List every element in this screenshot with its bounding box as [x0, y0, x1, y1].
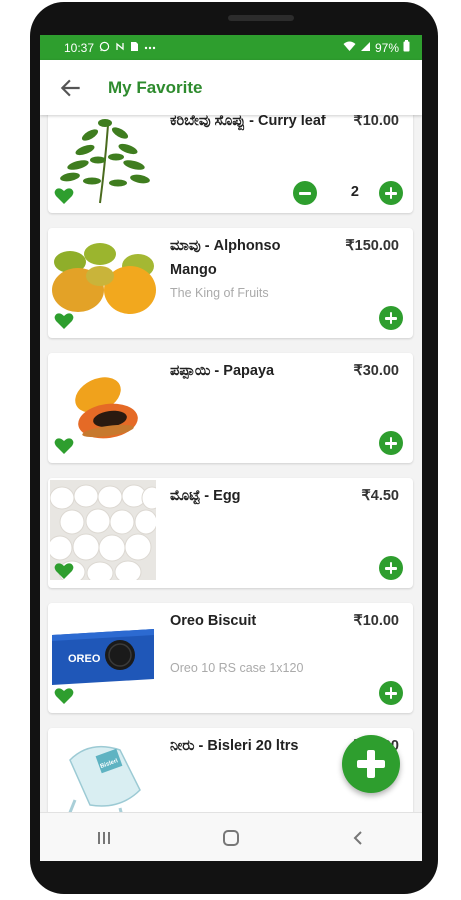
favorite-heart-icon[interactable]: [54, 312, 74, 330]
sim-icon: [130, 41, 139, 55]
favorite-heart-icon[interactable]: [54, 687, 74, 705]
oreo-brand-text: OREO: [68, 653, 101, 665]
recents-icon: [97, 831, 110, 844]
status-time: 10:37: [64, 40, 95, 55]
product-card[interactable]: OREO Oreo Biscuit ₹10.00 Oreo 10 RS case…: [48, 603, 413, 713]
nfc-icon: [115, 41, 125, 55]
battery-icon: [403, 40, 410, 55]
app-screen: 10:37 97% My Favorite ಕರಿಬೇವು ಸೊಪ್ಪು - C…: [40, 35, 422, 861]
increase-quantity-button[interactable]: [379, 181, 403, 205]
system-nav-bar: [40, 812, 422, 861]
product-card[interactable]: ಕರಿಬೇವು ಸೊಪ್ಪು - Curry leaf ₹10.00 2: [48, 115, 413, 213]
add-floating-button[interactable]: [342, 735, 400, 793]
product-name: ಕರಿಬೇವು ಸೊಪ್ಪು - Curry leaf: [170, 115, 326, 129]
add-to-cart-button[interactable]: [379, 306, 403, 330]
earpiece-speaker: [228, 15, 294, 21]
back-button[interactable]: [338, 823, 378, 853]
home-button[interactable]: [211, 823, 251, 853]
product-name: ನೀರು - Bisleri 20 ltrs: [170, 738, 299, 754]
product-price: ₹10.00: [353, 115, 399, 129]
app-bar: My Favorite: [40, 60, 422, 115]
quantity-value: 2: [350, 184, 359, 200]
favorite-heart-icon[interactable]: [54, 562, 74, 580]
product-price: ₹30.00: [353, 363, 399, 379]
add-to-cart-button[interactable]: [379, 431, 403, 455]
status-bar: 10:37 97%: [40, 35, 422, 60]
product-name: ಪಪ್ಪಾಯಿ - Papaya: [170, 363, 275, 379]
product-name: ಮೊಟ್ಟೆ - Egg: [170, 488, 241, 504]
product-card[interactable]: ಪಪ್ಪಾಯಿ - Papaya ₹30.00: [48, 353, 413, 463]
favorite-heart-icon[interactable]: [54, 437, 74, 455]
bisleri-can-image: Bisleri: [68, 745, 141, 812]
add-to-cart-button[interactable]: [379, 681, 403, 705]
add-to-cart-button[interactable]: [379, 556, 403, 580]
recents-button[interactable]: [84, 823, 124, 853]
more-icon: [144, 43, 156, 53]
wifi-icon: [343, 41, 356, 55]
whatsapp-icon: [99, 41, 110, 55]
page-title: My Favorite: [108, 77, 203, 97]
battery-percent: 97%: [374, 40, 399, 55]
favorites-list[interactable]: ಕರಿಬೇವು ಸೊಪ್ಪು - Curry leaf ₹10.00 2 ಮಾವ…: [40, 115, 422, 812]
product-card[interactable]: ಮಾವು - Alphonso Mango ₹150.00 The King o…: [48, 228, 413, 338]
favorite-heart-icon[interactable]: [54, 187, 74, 205]
back-arrow-icon[interactable]: [58, 75, 84, 101]
product-name: ಮಾವು - Alphonso Mango: [170, 238, 281, 278]
product-description: The King of Fruits: [170, 286, 269, 300]
back-chevron-icon: [353, 830, 363, 845]
home-icon: [222, 829, 239, 846]
product-description: Oreo 10 RS case 1x120: [170, 661, 304, 675]
product-card[interactable]: ಮೊಟ್ಟೆ - Egg ₹4.50: [48, 478, 413, 588]
product-price: ₹150.00: [345, 238, 399, 254]
product-price: ₹4.50: [361, 488, 399, 504]
product-price: ₹10.00: [353, 613, 399, 629]
product-name: Oreo Biscuit: [170, 613, 257, 629]
signal-icon: [360, 41, 371, 55]
decrease-quantity-button[interactable]: [293, 181, 317, 205]
